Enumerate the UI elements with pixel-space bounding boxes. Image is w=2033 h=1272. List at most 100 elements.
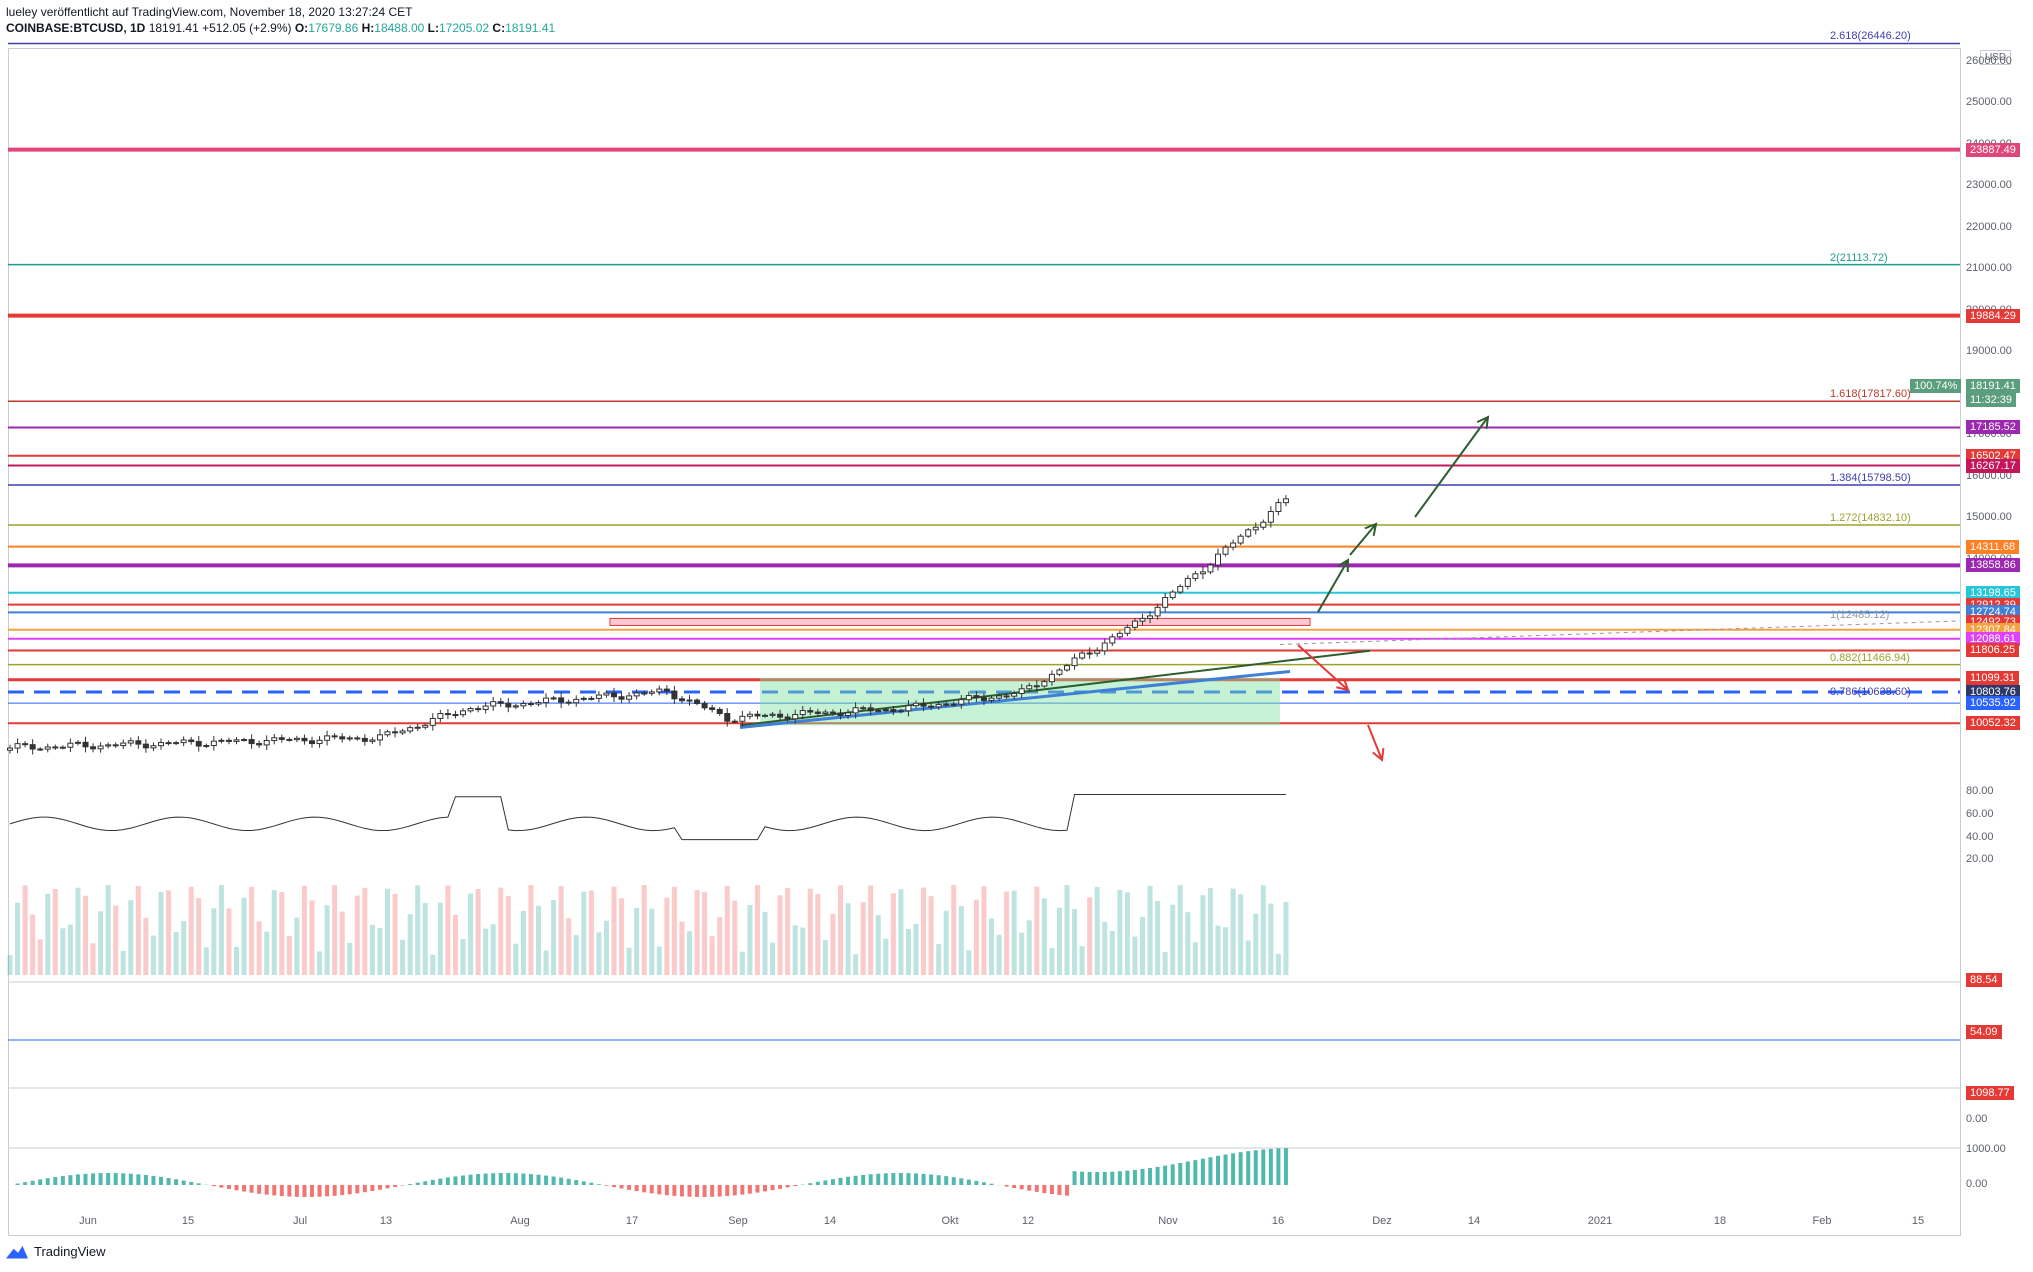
candle-body <box>882 709 889 712</box>
candle-body <box>807 710 814 713</box>
histogram-bar <box>755 1185 760 1193</box>
time-axis-label: 13 <box>379 1215 393 1227</box>
volume-bar <box>203 947 209 975</box>
candle-body <box>309 740 315 745</box>
histogram-bar <box>83 1173 88 1185</box>
price-axis-label: 11099.31 <box>1966 670 2020 685</box>
candle-body <box>1252 526 1259 531</box>
histogram-bar <box>1283 1148 1288 1185</box>
histogram-bar <box>1087 1171 1092 1185</box>
candle-body <box>90 746 97 750</box>
volume-bar <box>702 892 708 975</box>
candle-body <box>784 716 791 720</box>
candle-body <box>1003 695 1010 698</box>
candle-body <box>1131 620 1138 628</box>
volume-bar <box>294 917 300 975</box>
histogram-bar <box>310 1185 314 1197</box>
candle-body <box>82 741 89 748</box>
fib-level-label: 1.272(14832.10) <box>1830 512 1911 525</box>
candle-body <box>1184 577 1191 587</box>
candle-body <box>203 745 210 748</box>
volume-bar <box>936 944 942 975</box>
candle-body <box>595 694 602 699</box>
candle-body <box>1109 636 1116 644</box>
volume-bar <box>845 903 851 975</box>
histogram-bar <box>1140 1169 1145 1185</box>
volume-bar <box>1223 927 1229 975</box>
volume-bar <box>271 890 277 975</box>
volume-bar <box>958 906 964 975</box>
histogram-bar <box>242 1185 247 1192</box>
histogram-bar <box>23 1182 28 1185</box>
volume-bar <box>913 923 919 975</box>
candle-body <box>1026 685 1033 690</box>
histogram-bar <box>574 1180 579 1185</box>
candle-body <box>656 688 663 693</box>
volume-bar <box>822 940 828 975</box>
histogram-bar <box>476 1174 481 1185</box>
histogram-bar <box>279 1185 284 1197</box>
volume-bar <box>626 947 632 975</box>
candle-body <box>973 695 980 699</box>
volume-bar <box>603 920 609 975</box>
volume-bar <box>943 910 949 975</box>
price-axis-label: 13858.86 <box>1966 558 2020 573</box>
chart-canvas[interactable] <box>0 0 2033 1272</box>
candle-body <box>339 736 346 740</box>
volume-bar <box>860 902 866 975</box>
histogram-bar <box>868 1174 873 1185</box>
candle-body <box>558 697 565 703</box>
histogram-bar <box>1049 1185 1054 1195</box>
rsi-axis-tick: 40.00 <box>1966 831 1994 843</box>
candle-body <box>399 730 406 734</box>
volume-bar <box>369 924 375 975</box>
price-axis-label: 14311.68 <box>1966 539 2020 554</box>
candle-body <box>777 713 784 718</box>
histogram-bar <box>1110 1171 1115 1185</box>
volume-bar <box>1207 888 1213 975</box>
histogram-bar <box>1117 1171 1122 1185</box>
volume-bar <box>301 885 307 975</box>
histogram-bar <box>679 1185 684 1197</box>
candle-body <box>1275 502 1282 513</box>
candle-body <box>497 701 504 704</box>
histogram-bar <box>981 1182 986 1185</box>
histogram-bar <box>506 1173 511 1185</box>
volume-bar <box>1019 932 1025 975</box>
histogram-bar <box>1261 1149 1266 1185</box>
candle-body <box>716 708 723 714</box>
histogram-bar <box>415 1182 420 1185</box>
candle-body <box>301 737 308 742</box>
volume-bar <box>634 907 640 975</box>
price-axis-label: 10052.32 <box>1966 716 2020 731</box>
histogram-bar <box>634 1185 639 1192</box>
candle-body <box>324 735 331 741</box>
histogram-bar <box>385 1185 390 1189</box>
candle-body <box>67 742 74 748</box>
candle-body <box>913 702 919 707</box>
histogram-bar <box>664 1185 669 1196</box>
volume-bar <box>815 894 821 975</box>
volume-bar <box>113 905 119 975</box>
histogram-bar <box>521 1173 526 1185</box>
histogram-bar <box>347 1185 352 1195</box>
volume-bar <box>762 911 768 975</box>
volume-bar <box>543 950 549 975</box>
time-axis-label: Feb <box>1812 1215 1832 1227</box>
histogram-bar <box>75 1174 80 1185</box>
histogram-bar <box>461 1175 465 1185</box>
volume-bar <box>792 925 798 975</box>
time-axis-label: Jun <box>79 1215 97 1227</box>
candle-body <box>278 737 285 740</box>
volume-bar <box>1260 885 1266 975</box>
fib-level-label: 2(21113.72) <box>1830 251 1888 264</box>
candle-body <box>1056 669 1063 675</box>
candle-body <box>686 699 693 702</box>
candle-body <box>225 739 232 742</box>
candle-body <box>1177 585 1184 593</box>
price-axis-label: 23887.49 <box>1966 142 2020 157</box>
histogram-bar <box>929 1174 934 1185</box>
histogram-bar <box>272 1185 277 1196</box>
histogram-bar <box>257 1185 262 1194</box>
candle-body <box>754 713 761 717</box>
